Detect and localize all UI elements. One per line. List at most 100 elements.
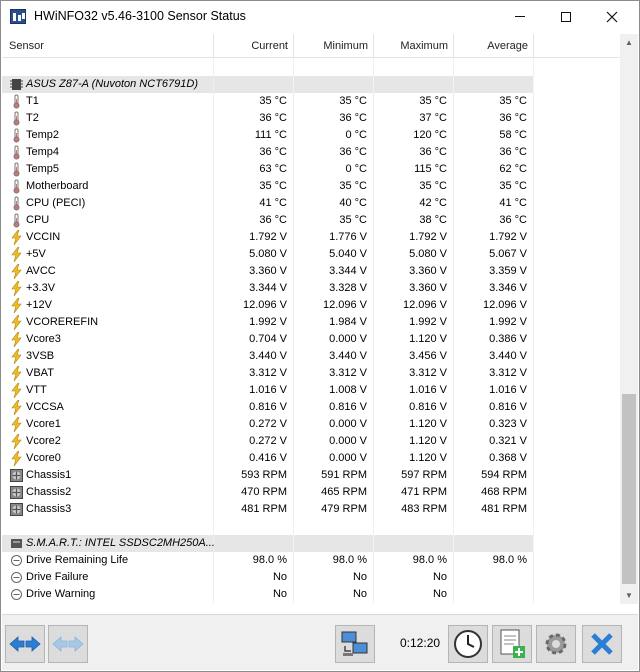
sensor-row[interactable]: Vcore2 0.272 V 0.000 V 1.120 V 0.321 V [2,433,534,450]
sensor-row[interactable]: Drive Failure No No No [2,569,534,586]
minimum-value: 0 °C [294,161,374,178]
sensor-row[interactable]: VCCIN 1.792 V 1.776 V 1.792 V 1.792 V [2,229,534,246]
sensor-row[interactable]: Chassis3 481 RPM 479 RPM 483 RPM 481 RPM [2,501,534,518]
scroll-up-arrow-icon[interactable]: ▲ [620,34,638,51]
title-bar[interactable]: HWiNFO32 v5.46-3100 Sensor Status [1,1,639,32]
sensor-row[interactable]: VBAT 3.312 V 3.312 V 3.312 V 3.312 V [2,365,534,382]
average-value: 1.016 V [454,382,534,399]
hwinfo-app-icon [10,9,26,24]
scrollbar-thumb[interactable] [622,394,636,584]
average-value: 36 °C [454,212,534,229]
sensor-row[interactable]: 3VSB 3.440 V 3.440 V 3.456 V 3.440 V [2,348,534,365]
maximum-value: 471 RPM [374,484,454,501]
close-window-button[interactable] [589,1,635,32]
sensor-label: +3.3V [26,282,56,294]
timer-reset-button[interactable] [448,625,488,663]
average-value: 36 °C [454,144,534,161]
navigate-arrows-disabled-button[interactable] [48,625,88,663]
column-header-maximum[interactable]: Maximum [374,34,454,58]
sensor-label: AVCC [26,265,56,277]
close-sensors-button[interactable] [582,625,622,663]
sensor-label: Chassis1 [26,469,72,481]
sensor-row[interactable]: T1 35 °C 35 °C 35 °C 35 °C [2,93,534,110]
sensor-row[interactable]: Vcore0 0.416 V 0.000 V 1.120 V 0.368 V [2,450,534,467]
sensor-row[interactable]: VTT 1.016 V 1.008 V 1.016 V 1.016 V [2,382,534,399]
sensor-label: +5V [26,248,46,260]
sensor-row[interactable]: Vcore1 0.272 V 0.000 V 1.120 V 0.323 V [2,416,534,433]
lightning-icon [10,348,23,365]
sensor-table: ASUS Z87-A (Nuvoton NCT6791D) T1 35 °C 35 °… [2,59,620,604]
spacer-row [2,59,534,76]
average-value [454,76,534,93]
navigate-arrows-disabled-icon [52,636,84,652]
sensor-row[interactable]: AVCC 3.360 V 3.344 V 3.360 V 3.359 V [2,263,534,280]
maximum-value: 1.120 V [374,433,454,450]
vertical-scrollbar[interactable]: ▲ ▼ [620,34,638,604]
minimum-value: 40 °C [294,195,374,212]
group-label: ASUS Z87-A (Nuvoton NCT6791D) [26,78,198,90]
sensor-group-row[interactable]: ASUS Z87-A (Nuvoton NCT6791D) [2,76,534,93]
maximum-value: 115 °C [374,161,454,178]
maximum-value: 1.120 V [374,331,454,348]
add-report-button[interactable] [492,625,532,663]
maximum-value: 1.120 V [374,450,454,467]
current-value: 481 RPM [214,501,294,518]
minimum-value: 0.816 V [294,399,374,416]
sensor-group-row[interactable]: S.M.A.R.T.: INTEL SSDSC2MH250A... [2,535,534,552]
lightning-icon [10,416,23,433]
settings-button[interactable] [536,625,576,663]
minimum-value: 0.000 V [294,433,374,450]
network-computers-button[interactable] [335,625,375,663]
sensor-label: Vcore3 [26,333,61,345]
sensor-row[interactable]: CPU (PECI) 41 °C 40 °C 42 °C 41 °C [2,195,534,212]
sensor-row[interactable]: Drive Warning No No No [2,586,534,603]
scroll-down-arrow-icon[interactable]: ▼ [620,587,638,604]
lightning-icon [10,433,23,450]
column-header-minimum[interactable]: Minimum [294,34,374,58]
current-value: 111 °C [214,127,294,144]
sensor-row[interactable]: +5V 5.080 V 5.040 V 5.080 V 5.067 V [2,246,534,263]
average-value: 1.992 V [454,314,534,331]
maximize-button[interactable] [543,1,589,32]
average-value: 0.386 V [454,331,534,348]
sensor-row[interactable]: +12V 12.096 V 12.096 V 12.096 V 12.096 V [2,297,534,314]
sensor-row[interactable]: Temp2 111 °C 0 °C 120 °C 58 °C [2,127,534,144]
sensor-label: Vcore0 [26,452,61,464]
current-value: 3.344 V [214,280,294,297]
sensor-row[interactable]: VCCSA 0.816 V 0.816 V 0.816 V 0.816 V [2,399,534,416]
sensor-label: Chassis2 [26,486,72,498]
sensor-row[interactable]: CPU 36 °C 35 °C 38 °C 36 °C [2,212,534,229]
maximum-value: 3.312 V [374,365,454,382]
column-header-sensor[interactable]: Sensor [2,34,214,58]
maximum-value: 36 °C [374,144,454,161]
sensor-row[interactable]: Vcore3 0.704 V 0.000 V 1.120 V 0.386 V [2,331,534,348]
maximum-value [374,76,454,93]
maximum-value: 3.456 V [374,348,454,365]
minimum-value: 3.312 V [294,365,374,382]
maximum-value: 120 °C [374,127,454,144]
minimize-button[interactable] [497,1,543,32]
sensor-row[interactable]: +3.3V 3.344 V 3.328 V 3.360 V 3.346 V [2,280,534,297]
maximum-value: 483 RPM [374,501,454,518]
minimum-value: 0 °C [294,127,374,144]
current-value [214,59,294,76]
sensor-row[interactable]: Chassis1 593 RPM 591 RPM 597 RPM 594 RPM [2,467,534,484]
sensor-row[interactable]: Temp5 63 °C 0 °C 115 °C 62 °C [2,161,534,178]
minimum-value: 479 RPM [294,501,374,518]
average-value: 0.321 V [454,433,534,450]
sensor-row[interactable]: Chassis2 470 RPM 465 RPM 471 RPM 468 RPM [2,484,534,501]
average-value: 58 °C [454,127,534,144]
column-header-average[interactable]: Average [454,34,534,58]
column-header-current[interactable]: Current [214,34,294,58]
sensor-row[interactable]: Temp4 36 °C 36 °C 36 °C 36 °C [2,144,534,161]
navigate-arrows-button[interactable] [5,625,45,663]
current-value: 470 RPM [214,484,294,501]
sensor-row[interactable]: VCOREREFIN 1.992 V 1.984 V 1.992 V 1.992 V [2,314,534,331]
minimum-value: 3.344 V [294,263,374,280]
sensor-row[interactable]: T2 36 °C 36 °C 37 °C 36 °C [2,110,534,127]
current-value [214,535,294,552]
sensor-row[interactable]: Motherboard 35 °C 35 °C 35 °C 35 °C [2,178,534,195]
sensor-row[interactable]: Drive Remaining Life 98.0 % 98.0 % 98.0 % 98… [2,552,534,569]
window-title: HWiNFO32 v5.46-3100 Sensor Status [34,9,246,23]
current-value: 36 °C [214,110,294,127]
